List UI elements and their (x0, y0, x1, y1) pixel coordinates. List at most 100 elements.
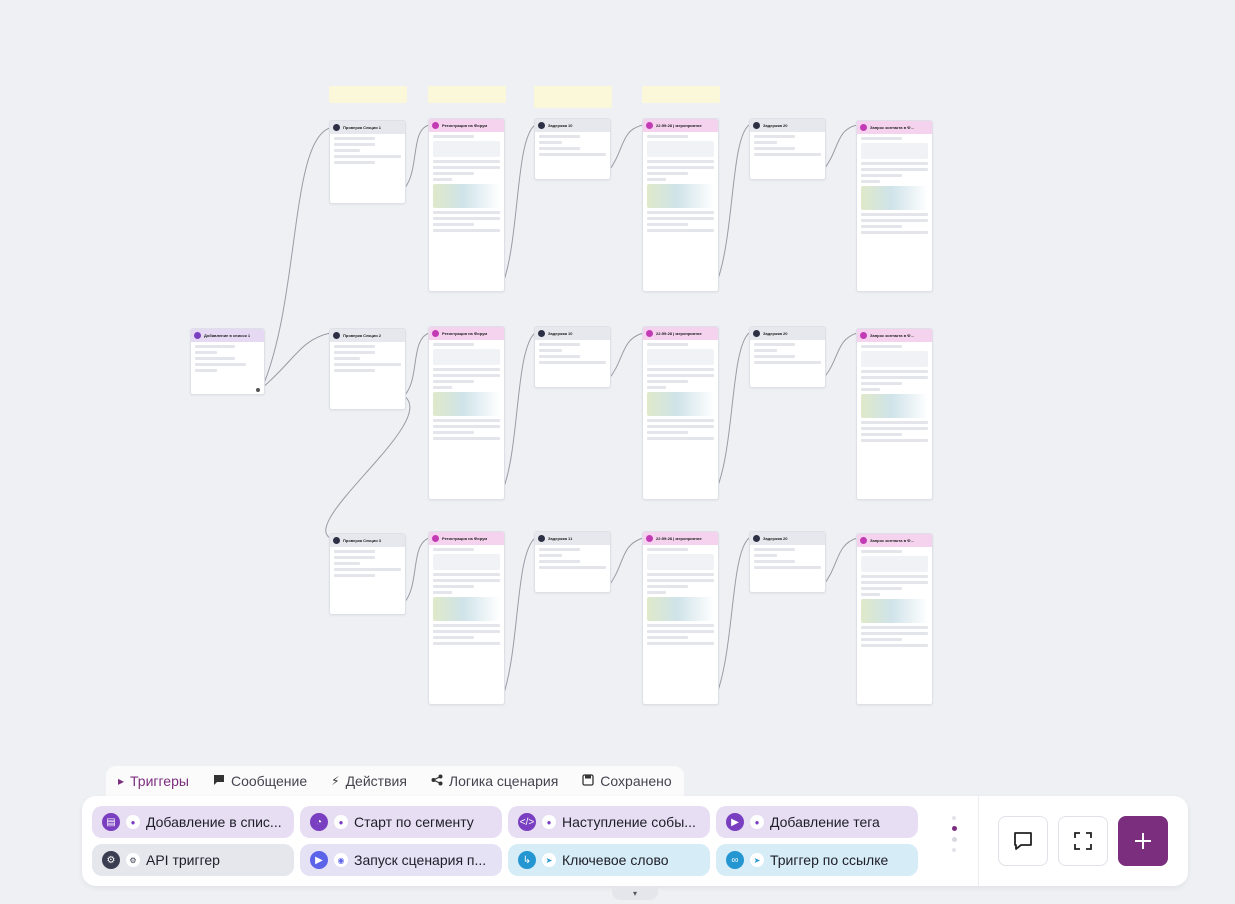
delay-node[interactable]: Задержка 20 (749, 326, 826, 388)
delay-node[interactable]: Задержка 11 (534, 531, 611, 593)
node-title: Регистрация на Форум (442, 123, 488, 128)
trigger-scenario-start[interactable]: ▶ ◉ Запуск сценария п... (300, 844, 502, 876)
user-icon: ● (126, 815, 140, 829)
trigger-link[interactable]: ∞ ➤ Триггер по ссылке (716, 844, 918, 876)
message-icon (432, 330, 439, 337)
node-footer (254, 388, 260, 392)
share-icon (431, 774, 443, 789)
tab-logic[interactable]: Логика сценария (419, 766, 570, 796)
trigger-add-tag[interactable]: ▶ ● Добавление тега (716, 806, 918, 838)
message-image (433, 597, 500, 621)
trigger-label: Запуск сценария п... (354, 852, 487, 868)
note[interactable] (642, 86, 720, 103)
fullscreen-button[interactable] (1058, 816, 1108, 866)
node-title: Запрос контакта в Ф... (870, 333, 914, 338)
trigger-node[interactable]: Добавление в список 1 (190, 328, 265, 395)
delay-node[interactable]: Задержка 10 (534, 118, 611, 180)
message-node[interactable]: Запрос контакта в Ф... (856, 328, 933, 500)
message-icon (860, 124, 867, 131)
chevron-down-icon: ▾ (632, 888, 637, 898)
delay-node[interactable]: Задержка 20 (749, 531, 826, 593)
trigger-api[interactable]: ⚙ ⚙ API триггер (92, 844, 294, 876)
message-image (433, 184, 500, 208)
collapse-panel-button[interactable]: ▾ (612, 886, 658, 900)
trigger-keyword[interactable]: ↳ ➤ Ключевое слово (508, 844, 710, 876)
play-icon: ▸ (118, 774, 125, 788)
message-node[interactable]: Регистрация на Форум (428, 326, 505, 500)
message-icon (646, 330, 653, 337)
tab-label: Логика сценария (448, 773, 559, 789)
scroll-dot-active (951, 826, 957, 831)
telegram-icon: ➤ (750, 853, 764, 867)
condition-node[interactable]: Проверка Секции 3 (329, 533, 406, 615)
trigger-event[interactable]: </> ● Наступление собы... (508, 806, 710, 838)
user-icon: ● (542, 815, 556, 829)
message-node[interactable]: Регистрация на Форум (428, 118, 505, 292)
node-title: Задержка 20 (763, 331, 788, 336)
message-icon (646, 535, 653, 542)
message-image (861, 599, 928, 623)
node-title: Задержка 10 (548, 123, 573, 128)
message-image (647, 184, 714, 208)
message-icon (432, 122, 439, 129)
filter-icon (333, 124, 340, 131)
tab-label: Сохранено (600, 773, 672, 789)
gear-icon: ⚙ (102, 851, 120, 869)
comment-icon (1014, 832, 1032, 850)
message-image (861, 394, 928, 418)
node-title: Задержка 10 (548, 331, 573, 336)
node-title: Проверка Секции 3 (343, 538, 382, 543)
divider (978, 796, 979, 886)
code-icon: </> (518, 813, 536, 831)
gear-small-icon: ⚙ (126, 853, 140, 867)
node-title: Запрос контакта в Ф... (870, 538, 914, 543)
message-node[interactable]: 22:59:28 | мероприятие (642, 326, 719, 500)
scenario-canvas[interactable]: Добавление в список 1 Проверка Секции 1 … (0, 0, 1235, 760)
delay-node[interactable]: Задержка 10 (534, 326, 611, 388)
tab-bar: ▸ Триггеры Сообщение ⚡ Действия Логика сце… (106, 766, 684, 796)
clock-icon (753, 330, 760, 337)
scroll-dot (952, 816, 956, 820)
condition-node[interactable]: Проверка Секции 1 (329, 120, 406, 204)
note[interactable] (329, 86, 407, 103)
trigger-segment-start[interactable]: ◔ ● Старт по сегменту (300, 806, 502, 838)
node-title: Задержка 11 (548, 536, 573, 541)
telegram-icon: ➤ (542, 853, 556, 867)
note[interactable] (534, 86, 612, 108)
scroll-dot (951, 837, 957, 842)
clock-icon (753, 535, 760, 542)
condition-node[interactable]: Проверка Секции 2 (329, 328, 406, 410)
message-image (647, 597, 714, 621)
comment-button[interactable] (998, 816, 1048, 866)
tag-icon: ▶ (726, 813, 744, 831)
tab-message[interactable]: Сообщение (201, 766, 319, 796)
delay-node[interactable]: Задержка 20 (749, 118, 826, 180)
tab-actions[interactable]: ⚡ Действия (319, 766, 419, 796)
message-node[interactable]: Регистрация на Форум (428, 531, 505, 705)
node-title: Проверка Секции 2 (343, 333, 382, 338)
message-node[interactable]: Запрос контакта в Ф... (856, 533, 933, 705)
message-image (861, 186, 928, 210)
messenger-icon: ◉ (334, 853, 348, 867)
scroll-indicator[interactable] (948, 816, 960, 864)
trigger-label: Триггер по ссылке (770, 852, 889, 868)
message-node[interactable]: 22:59:28 | мероприятие (642, 531, 719, 705)
link-icon: ∞ (726, 851, 744, 869)
tab-saved[interactable]: Сохранено (570, 766, 683, 796)
message-node[interactable]: Запрос контакта в Ф... (856, 120, 933, 292)
clock-icon (538, 330, 545, 337)
plus-icon (1135, 833, 1151, 849)
trigger-label: Ключевое слово (562, 852, 669, 868)
keyword-icon: ↳ (518, 851, 536, 869)
clock-icon (753, 122, 760, 129)
node-title: 22:59:28 | мероприятие (656, 331, 702, 336)
message-node[interactable]: 22:59:28 | мероприятие (642, 118, 719, 292)
trigger-add-to-list[interactable]: ▤ ● Добавление в спис... (92, 806, 294, 838)
note[interactable] (428, 86, 506, 103)
list-icon: ▤ (102, 813, 120, 831)
add-button[interactable] (1118, 816, 1168, 866)
node-title: Задержка 20 (763, 123, 788, 128)
node-title: 22:59:28 | мероприятие (656, 123, 702, 128)
bolt-icon: ⚡ (331, 774, 340, 788)
tab-triggers[interactable]: ▸ Триггеры (106, 766, 201, 796)
